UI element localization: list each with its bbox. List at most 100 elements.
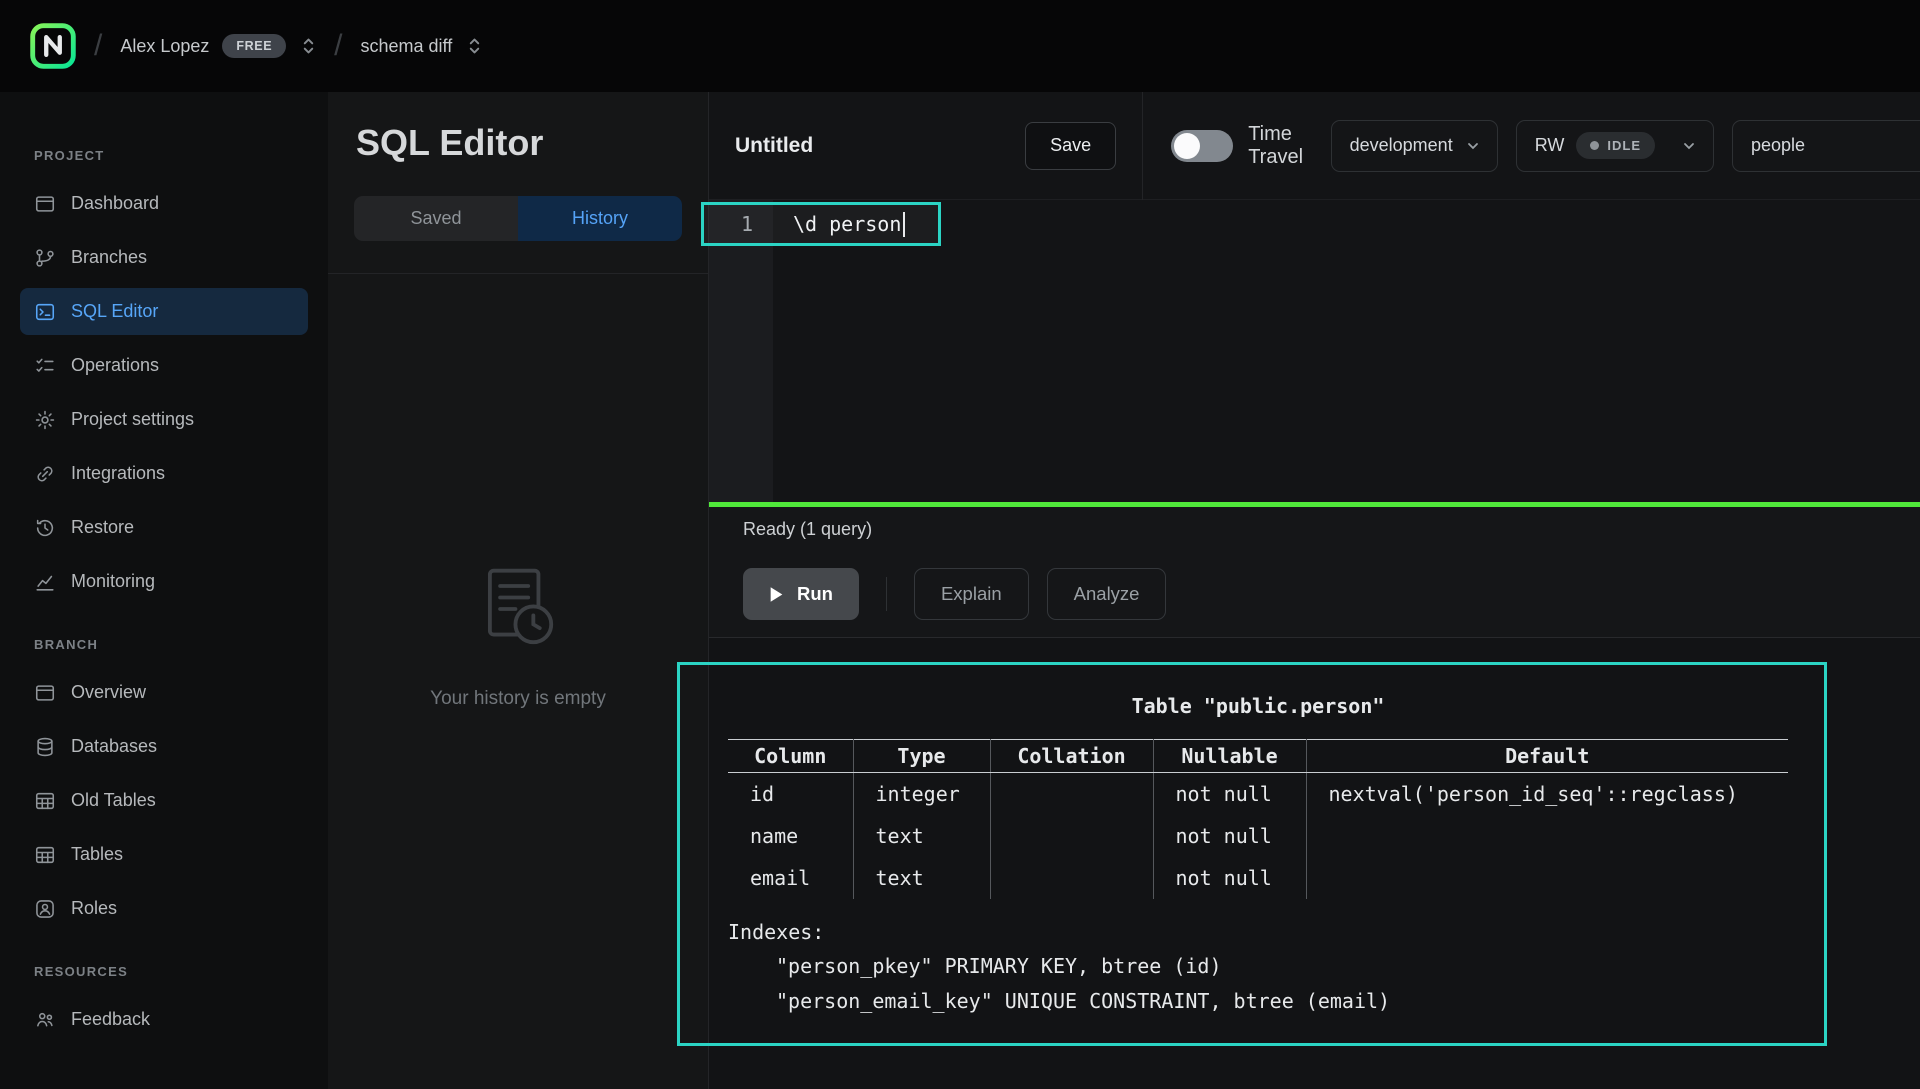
query-title[interactable]: Untitled bbox=[735, 134, 813, 158]
neon-logo[interactable] bbox=[30, 23, 76, 69]
table-icon bbox=[34, 790, 56, 812]
time-travel-group: Time Travel bbox=[1171, 123, 1330, 169]
sidebar-item-label: Restore bbox=[71, 517, 134, 538]
analyze-button[interactable]: Analyze bbox=[1047, 568, 1167, 620]
sidebar-item-feedback[interactable]: Feedback bbox=[20, 996, 308, 1043]
line-number: 1 bbox=[709, 212, 773, 236]
sidebar-item-label: Branches bbox=[71, 247, 147, 268]
actions-divider bbox=[886, 577, 887, 611]
toggle-knob bbox=[1174, 133, 1200, 159]
cell: email bbox=[728, 857, 853, 899]
branches-icon bbox=[34, 247, 56, 269]
page-title: SQL Editor bbox=[328, 92, 708, 164]
overview-icon bbox=[34, 682, 56, 704]
index-line: "person_pkey" PRIMARY KEY, btree (id) bbox=[728, 949, 1788, 984]
gear-icon bbox=[34, 409, 56, 431]
database-select[interactable]: people bbox=[1732, 120, 1920, 172]
sql-editor-input[interactable]: 1 \d person bbox=[709, 200, 1920, 502]
indexes-label: Indexes: bbox=[728, 915, 1788, 949]
column-header: Collation bbox=[990, 740, 1153, 773]
cell: not null bbox=[1153, 815, 1306, 857]
chevrons-up-down-icon[interactable] bbox=[301, 36, 316, 56]
column-header: Column bbox=[728, 740, 853, 773]
play-icon bbox=[769, 586, 784, 603]
panel-tabs: Saved History bbox=[328, 164, 708, 274]
index-line: "person_email_key" UNIQUE CONSTRAINT, bt… bbox=[728, 984, 1788, 1019]
branch-select[interactable]: development bbox=[1331, 120, 1498, 172]
sidebar-item-label: SQL Editor bbox=[71, 301, 158, 322]
compute-select[interactable]: RW IDLE bbox=[1516, 120, 1714, 172]
cell: text bbox=[853, 815, 990, 857]
sidebar-item-branches[interactable]: Branches bbox=[20, 234, 308, 281]
editor-header: Untitled Save Time Travel development bbox=[709, 92, 1920, 200]
tab-saved[interactable]: Saved bbox=[354, 196, 518, 241]
sidebar-item-label: Project settings bbox=[71, 409, 194, 430]
run-button[interactable]: Run bbox=[743, 568, 859, 620]
section-label-branch: BRANCH bbox=[20, 637, 308, 653]
sidebar-item-sql-editor[interactable]: SQL Editor bbox=[20, 288, 308, 335]
sidebar-item-roles[interactable]: Roles bbox=[20, 885, 308, 932]
results-table-title: Table "public.person" bbox=[728, 691, 1788, 721]
feedback-icon bbox=[34, 1009, 56, 1031]
indexes-block: Indexes: "person_pkey" PRIMARY KEY, btre… bbox=[728, 915, 1788, 1019]
cell: nextval('person_id_seq'::regclass) bbox=[1306, 773, 1788, 815]
sidebar-item-tables[interactable]: Tables bbox=[20, 831, 308, 878]
database-select-value: people bbox=[1751, 135, 1805, 156]
sidebar-item-label: Roles bbox=[71, 898, 117, 919]
user-breadcrumb[interactable]: Alex Lopez FREE bbox=[120, 34, 316, 58]
sidebar-item-dashboard[interactable]: Dashboard bbox=[20, 180, 308, 227]
app-window: / Alex Lopez FREE / schema diff PROJECT bbox=[0, 0, 1920, 1089]
cell bbox=[990, 815, 1153, 857]
sidebar-item-integrations[interactable]: Integrations bbox=[20, 450, 308, 497]
cell: integer bbox=[853, 773, 990, 815]
tab-history[interactable]: History bbox=[518, 196, 682, 241]
sidebar-item-databases[interactable]: Databases bbox=[20, 723, 308, 770]
sidebar-item-monitoring[interactable]: Monitoring bbox=[20, 558, 308, 605]
cell: id bbox=[728, 773, 853, 815]
code-line[interactable]: 1 \d person bbox=[709, 204, 905, 244]
sidebar-item-overview[interactable]: Overview bbox=[20, 669, 308, 716]
topbar: / Alex Lopez FREE / schema diff bbox=[0, 0, 1920, 92]
history-empty-icon bbox=[472, 563, 564, 660]
empty-state-text: Your history is empty bbox=[430, 688, 606, 710]
cell: name bbox=[728, 815, 853, 857]
column-header: Default bbox=[1306, 740, 1788, 773]
chevron-down-icon bbox=[1465, 138, 1481, 154]
sidebar-item-project-settings[interactable]: Project settings bbox=[20, 396, 308, 443]
status-text: Ready (1 query) bbox=[743, 519, 872, 540]
chevrons-up-down-icon[interactable] bbox=[467, 36, 482, 56]
sidebar-item-operations[interactable]: Operations bbox=[20, 342, 308, 389]
results-header-row: Column Type Collation Nullable Default bbox=[728, 740, 1788, 773]
branch-select-value: development bbox=[1350, 135, 1453, 156]
sidebar-item-restore[interactable]: Restore bbox=[20, 504, 308, 551]
table-row: name text not null bbox=[728, 815, 1788, 857]
operations-icon bbox=[34, 355, 56, 377]
cell: not null bbox=[1153, 773, 1306, 815]
code-text: \d person bbox=[793, 212, 901, 236]
breadcrumb-slash: / bbox=[334, 29, 342, 63]
workspace: Untitled Save Time Travel development bbox=[708, 92, 1920, 1089]
compute-select-value: RW bbox=[1535, 135, 1565, 156]
time-travel-label: Time Travel bbox=[1248, 123, 1330, 169]
header-divider bbox=[1142, 92, 1143, 200]
explain-button[interactable]: Explain bbox=[914, 568, 1029, 620]
sidebar-item-old-tables[interactable]: Old Tables bbox=[20, 777, 308, 824]
sidebar-item-label: Monitoring bbox=[71, 571, 155, 592]
results-pane: Table "public.person" Column Type Collat… bbox=[709, 637, 1920, 1089]
compute-status-badge: IDLE bbox=[1576, 132, 1655, 159]
project-breadcrumb[interactable]: schema diff bbox=[361, 36, 483, 57]
save-button[interactable]: Save bbox=[1025, 122, 1116, 170]
roles-icon bbox=[34, 898, 56, 920]
cell bbox=[1306, 815, 1788, 857]
user-name: Alex Lopez bbox=[120, 36, 209, 57]
time-travel-toggle[interactable] bbox=[1171, 130, 1233, 162]
cell bbox=[1306, 857, 1788, 899]
sidebar-item-label: Operations bbox=[71, 355, 159, 376]
status-dot bbox=[1590, 141, 1599, 150]
monitoring-icon bbox=[34, 571, 56, 593]
sql-editor-icon bbox=[34, 301, 56, 323]
column-header: Type bbox=[853, 740, 990, 773]
cell: text bbox=[853, 857, 990, 899]
sidebar: PROJECT Dashboard Branches SQL Editor bbox=[0, 92, 328, 1089]
sidebar-item-label: Integrations bbox=[71, 463, 165, 484]
